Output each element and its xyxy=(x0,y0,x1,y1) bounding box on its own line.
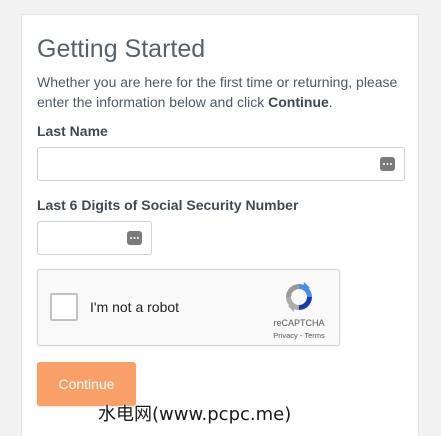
watermark-text: 水电网(www.pcpc.me) xyxy=(98,404,292,425)
recaptcha-brand: reCAPTCHA xyxy=(273,318,325,328)
recaptcha-privacy-terms-links[interactable]: Privacy - Terms xyxy=(264,331,334,340)
intro-emphasis: Continue xyxy=(268,94,329,110)
last-name-label: Last Name xyxy=(37,123,108,139)
last-name-input[interactable] xyxy=(38,148,404,180)
intro-body: Whether you are here for the first time … xyxy=(37,74,398,110)
password-manager-icon[interactable] xyxy=(380,157,395,171)
intro-end: . xyxy=(328,94,333,110)
page-title: Getting Started xyxy=(37,35,206,63)
recaptcha-checkbox[interactable] xyxy=(50,293,78,321)
ssn-field-wrapper xyxy=(37,221,152,255)
ssn-label: Last 6 Digits of Social Security Number xyxy=(37,197,299,213)
recaptcha-logo-icon xyxy=(286,282,312,312)
getting-started-card: Getting Started Whether you are here for… xyxy=(21,14,419,436)
last-name-field-wrapper xyxy=(37,147,405,181)
password-manager-icon[interactable] xyxy=(127,231,142,245)
recaptcha-label: I'm not a robot xyxy=(90,299,180,315)
intro-text: Whether you are here for the first time … xyxy=(37,72,407,112)
recaptcha-widget: I'm not a robot reCAPTCHA Privacy - Term… xyxy=(37,269,340,346)
